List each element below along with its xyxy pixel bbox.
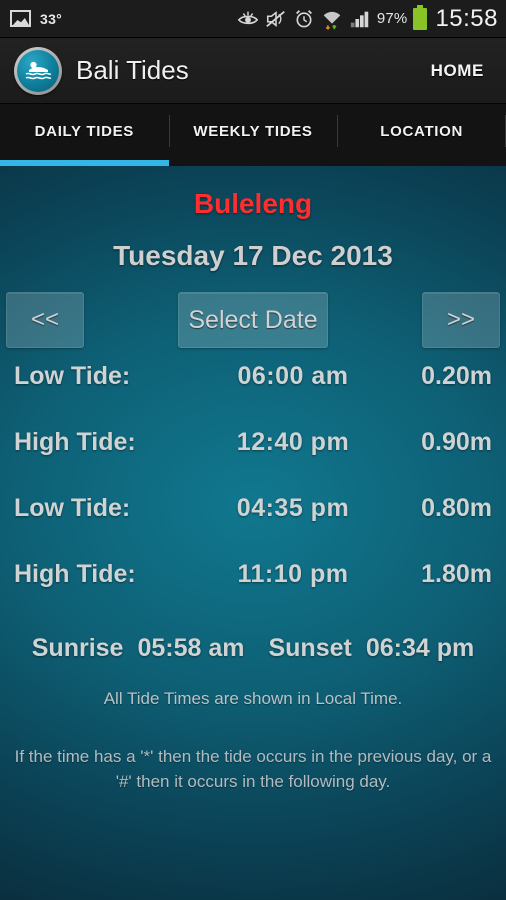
gallery-icon (10, 10, 31, 27)
tab-location[interactable]: LOCATION (337, 104, 506, 166)
status-bar-left: 33° (0, 10, 62, 27)
tab-weekly-tides[interactable]: WEEKLY TIDES (168, 104, 338, 166)
main-content: Buleleng Tuesday 17 Dec 2013 << Select D… (0, 166, 506, 900)
mute-icon (265, 8, 287, 30)
date-navigation: << Select Date >> (0, 292, 506, 354)
table-row: Low Tide: 06:00 am 0.20m (0, 362, 506, 428)
sunrise-time: 05:58 am (137, 634, 245, 662)
alarm-icon (293, 8, 315, 30)
tide-time-value: 12:40 pm (236, 428, 350, 456)
tide-type-label: High Tide: (14, 428, 136, 456)
status-bar-right: 97% 15:58 (237, 4, 506, 33)
tide-height-value: 0.80m (421, 494, 492, 522)
next-day-button[interactable]: >> (422, 292, 500, 348)
tab-weekly-tides-label: WEEKLY TIDES (193, 122, 313, 140)
status-bar: 33° 97% 15:58 (0, 0, 506, 38)
tab-daily-tides[interactable]: DAILY TIDES (0, 104, 169, 166)
app-screen: 33° 97% 15:58 Bali Tides HOME DAILY TIDE… (0, 0, 506, 900)
tide-time-value: 11:10 pm (237, 560, 349, 588)
swimmer-logo-icon (14, 46, 62, 95)
action-bar: Bali Tides HOME (0, 38, 506, 104)
wifi-icon (321, 8, 343, 30)
sunset-time: 06:34 pm (365, 634, 475, 662)
tide-height-value: 0.20m (421, 362, 492, 390)
table-row: High Tide: 12:40 pm 0.90m (0, 428, 506, 494)
battery-percent-label: 97% (376, 10, 408, 27)
status-bar-clock: 15:58 (435, 4, 498, 32)
temperature-indicator: 33° (40, 10, 63, 27)
tide-type-label: Low Tide: (14, 362, 131, 390)
battery-icon (413, 4, 428, 30)
tide-type-label: High Tide: (14, 560, 136, 588)
location-title: Buleleng (193, 188, 313, 219)
date-title: Tuesday 17 Dec 2013 (113, 240, 393, 271)
home-button[interactable]: HOME (431, 61, 484, 81)
sunrise-label: Sunrise (31, 634, 124, 662)
signal-icon (349, 8, 371, 30)
app-title: Bali Tides (76, 55, 189, 85)
previous-day-button[interactable]: << (6, 292, 84, 348)
symbols-note: If the time has a '*' then the tide occu… (14, 747, 492, 791)
sun-times-row: Sunrise 05:58 am Sunset 06:34 pm (0, 634, 506, 663)
tide-height-value: 1.80m (421, 560, 492, 588)
select-date-button[interactable]: Select Date (178, 292, 328, 348)
tide-time-value: 06:00 am (237, 362, 349, 390)
tide-height-value: 0.90m (421, 428, 492, 456)
eye-icon (237, 8, 259, 30)
table-row: Low Tide: 04:35 pm 0.80m (0, 494, 506, 560)
tide-list: Low Tide: 06:00 am 0.20m High Tide: 12:4… (0, 362, 506, 626)
tide-type-label: Low Tide: (14, 494, 131, 522)
local-time-note: All Tide Times are shown in Local Time. (103, 689, 403, 708)
tide-time-value: 04:35 pm (236, 494, 350, 522)
table-row: High Tide: 11:10 pm 1.80m (0, 560, 506, 626)
tab-bar: DAILY TIDES WEEKLY TIDES LOCATION (0, 104, 506, 166)
tab-location-label: LOCATION (380, 122, 464, 140)
sunset-label: Sunset (268, 634, 352, 662)
tab-daily-tides-label: DAILY TIDES (34, 122, 135, 140)
